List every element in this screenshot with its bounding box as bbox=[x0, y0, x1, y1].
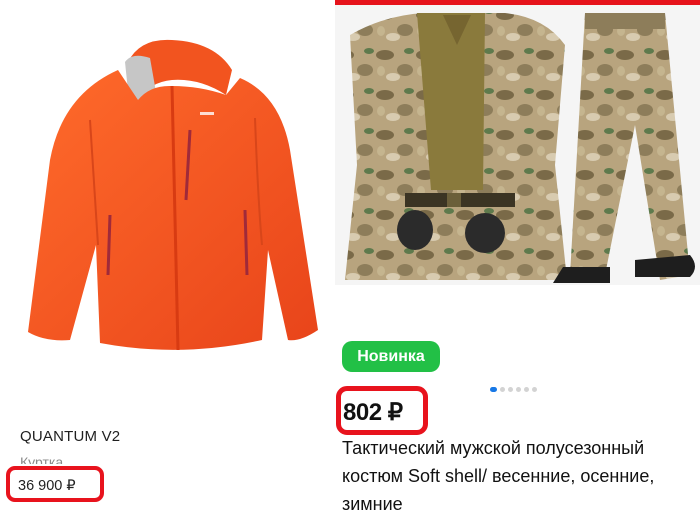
orange-jacket-image[interactable] bbox=[0, 0, 335, 410]
image-carousel-indicator[interactable] bbox=[490, 387, 537, 392]
carousel-dot[interactable] bbox=[524, 387, 529, 392]
product-name[interactable]: QUANTUM V2 bbox=[20, 428, 120, 445]
price-highlight-circle bbox=[6, 466, 104, 502]
price-highlight-circle bbox=[336, 386, 428, 435]
new-badge: Новинка bbox=[342, 341, 440, 372]
carousel-dot[interactable] bbox=[500, 387, 505, 392]
carousel-dot[interactable] bbox=[508, 387, 513, 392]
carousel-dot[interactable] bbox=[516, 387, 521, 392]
product-card-quantum[interactable]: QUANTUM V2 Куртка 36 900 ₽ bbox=[0, 0, 335, 525]
carousel-dot[interactable] bbox=[532, 387, 537, 392]
camouflage-suit-image[interactable] bbox=[335, 5, 700, 285]
product-category: Куртка bbox=[20, 454, 64, 464]
product-card-tactical-suit[interactable]: Новинка 802 ₽ Тактический мужской полусе… bbox=[335, 0, 700, 525]
product-title[interactable]: Тактический мужской полусезонный костюм … bbox=[342, 434, 692, 518]
carousel-dot[interactable] bbox=[490, 387, 497, 392]
